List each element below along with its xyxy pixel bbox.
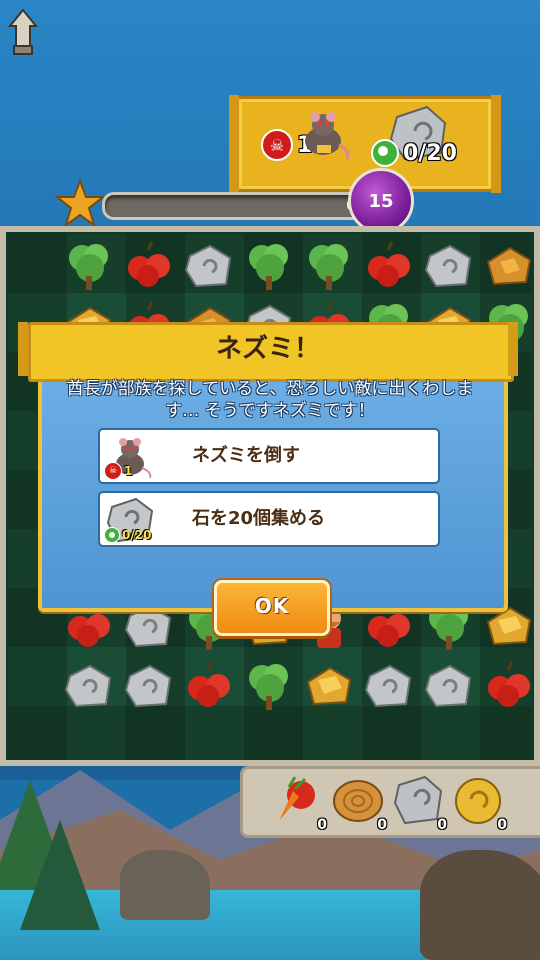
objective-label: ネズミを倒す	[192, 445, 300, 466]
objective-label: 石を20個集める	[192, 508, 326, 529]
objective-item: 0/20 石を20個集める	[98, 491, 440, 547]
skull-icon: ☠	[104, 462, 122, 480]
dialog-description: 酋長が部族を探していると、恐ろしい敵に出くわします… そうですネズミです！	[66, 379, 474, 421]
objective-count: 0/20	[122, 528, 152, 542]
collect-badge-icon	[104, 527, 120, 543]
objective-badge: 0/20	[104, 527, 151, 543]
objective-item: ☠ 1 ネズミを倒す	[98, 428, 440, 484]
objective-count: 1	[124, 464, 133, 478]
objective-badge: ☠ 1	[104, 462, 132, 480]
dialog-title: ネズミ！	[215, 334, 320, 364]
ok-button[interactable]: OK	[214, 580, 330, 636]
dialog-header: ネズミ！	[18, 318, 518, 382]
